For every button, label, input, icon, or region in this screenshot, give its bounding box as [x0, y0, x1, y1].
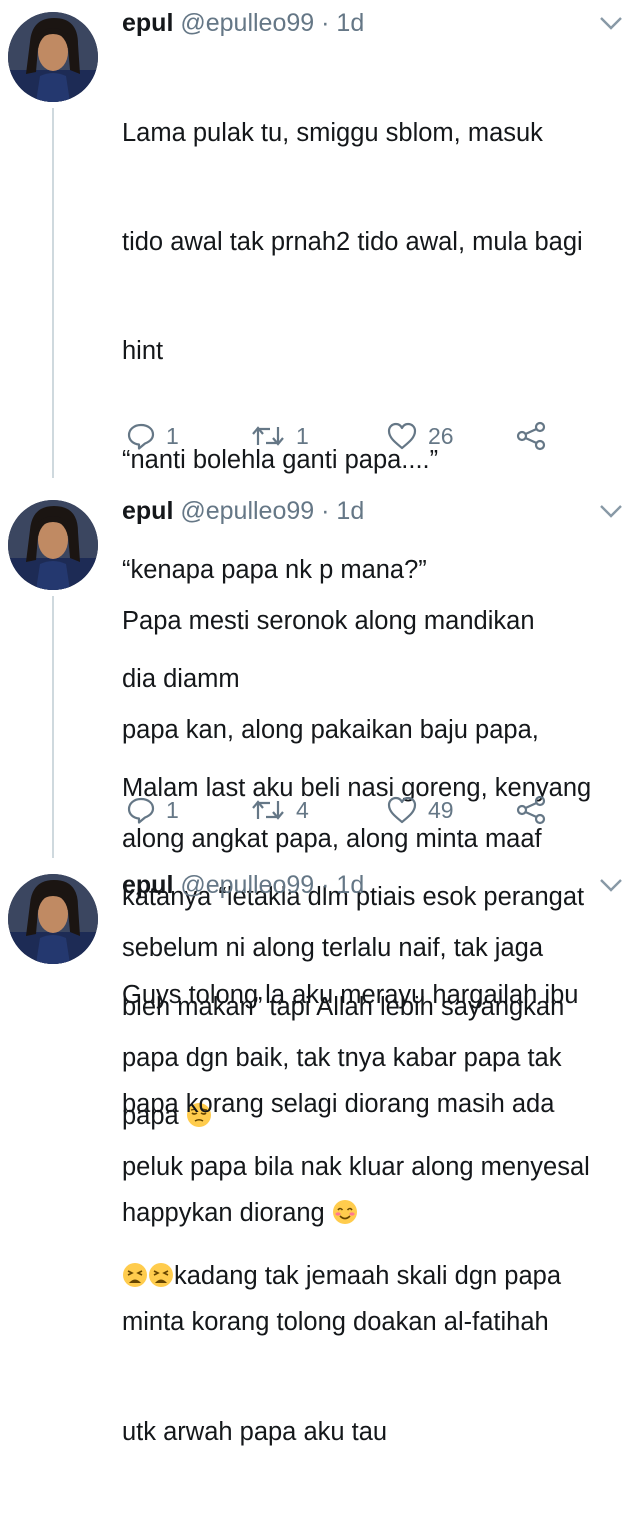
- tweet-header: epul @epulleo99 · 1d: [122, 496, 364, 526]
- like-count: 49: [428, 796, 454, 823]
- reply-count: 1: [166, 422, 179, 449]
- user-handle[interactable]: @epulleo99: [180, 497, 314, 525]
- chevron-down-icon[interactable]: [598, 14, 624, 32]
- heart-icon: [387, 796, 417, 824]
- reply-count: 1: [166, 796, 179, 823]
- avatar[interactable]: [8, 874, 98, 964]
- share-icon: [516, 795, 546, 825]
- tweet[interactable]: epul @epulleo99 · 1d Lama pulak tu, smig…: [0, 0, 644, 1130]
- retweet-icon: [252, 800, 284, 820]
- reply-icon: [127, 423, 155, 450]
- separator-dot: ·: [321, 9, 330, 37]
- reply-icon: [127, 797, 155, 824]
- chevron-down-icon[interactable]: [598, 876, 624, 894]
- retweet-button[interactable]: 4: [250, 792, 309, 828]
- tweet[interactable]: epul @epulleo99 · 1d Papa mesti seronok …: [0, 488, 644, 1290]
- chevron-down-icon[interactable]: [598, 502, 624, 520]
- like-count: 26: [428, 422, 454, 449]
- tweet-text: Guys tolong la aku merayu hargailah ibu …: [122, 904, 627, 1523]
- tweet-line: Papa mesti seronok along mandikan: [122, 606, 535, 635]
- share-button[interactable]: [516, 792, 548, 828]
- timestamp[interactable]: 1d: [336, 9, 364, 37]
- tweet-line: Lama pulak tu, smiggu sblom, masuk: [122, 118, 543, 147]
- display-name[interactable]: epul: [122, 9, 173, 37]
- timestamp[interactable]: 1d: [336, 497, 364, 525]
- tweet-header: epul @epulleo99 · 1d: [122, 8, 364, 38]
- retweet-icon: [252, 426, 284, 446]
- display-name[interactable]: epul: [122, 871, 173, 899]
- tweet-line: utk arwah papa aku tau: [122, 1417, 388, 1446]
- retweet-count: 4: [296, 796, 309, 823]
- tweet-actions: 1 4 49: [126, 792, 626, 828]
- tweet-line: bapa korang selagi diorang masih ada: [122, 1090, 555, 1119]
- user-handle[interactable]: @epulleo99: [180, 871, 314, 899]
- tweet-actions: 1 1 26: [126, 418, 626, 454]
- separator-dot: ·: [321, 497, 330, 525]
- tweet-header: epul @epulleo99 · 1d: [122, 870, 364, 900]
- reply-button[interactable]: 1: [126, 418, 179, 454]
- tweet-line: happykan diorang: [122, 1199, 325, 1228]
- share-button[interactable]: [516, 418, 548, 454]
- tweet-line: minta korang tolong doakan al-fatihah: [122, 1308, 549, 1337]
- heart-icon: [387, 422, 417, 450]
- tweet-line: Guys tolong la aku merayu hargailah ibu: [122, 980, 579, 1009]
- tweet-line: hint: [122, 337, 164, 366]
- user-handle[interactable]: @epulleo99: [180, 9, 314, 37]
- avatar[interactable]: [8, 500, 98, 590]
- reply-button[interactable]: 1: [126, 792, 179, 828]
- tweet-line: tido awal tak prnah2 tido awal, mula bag…: [122, 228, 583, 257]
- tweet[interactable]: epul @epulleo99 · 1d Guys tolong la aku …: [0, 862, 644, 1446]
- separator-dot: ·: [321, 871, 330, 899]
- share-icon: [516, 421, 546, 451]
- smiling-face-icon: [332, 1200, 357, 1225]
- tweet-line: papa kan, along pakaikan baju papa,: [122, 716, 539, 745]
- retweet-button[interactable]: 1: [250, 418, 309, 454]
- display-name[interactable]: epul: [122, 497, 173, 525]
- timestamp[interactable]: 1d: [336, 871, 364, 899]
- retweet-count: 1: [296, 422, 309, 449]
- avatar[interactable]: [8, 12, 98, 102]
- like-button[interactable]: 26: [386, 418, 454, 454]
- like-button[interactable]: 49: [386, 792, 454, 828]
